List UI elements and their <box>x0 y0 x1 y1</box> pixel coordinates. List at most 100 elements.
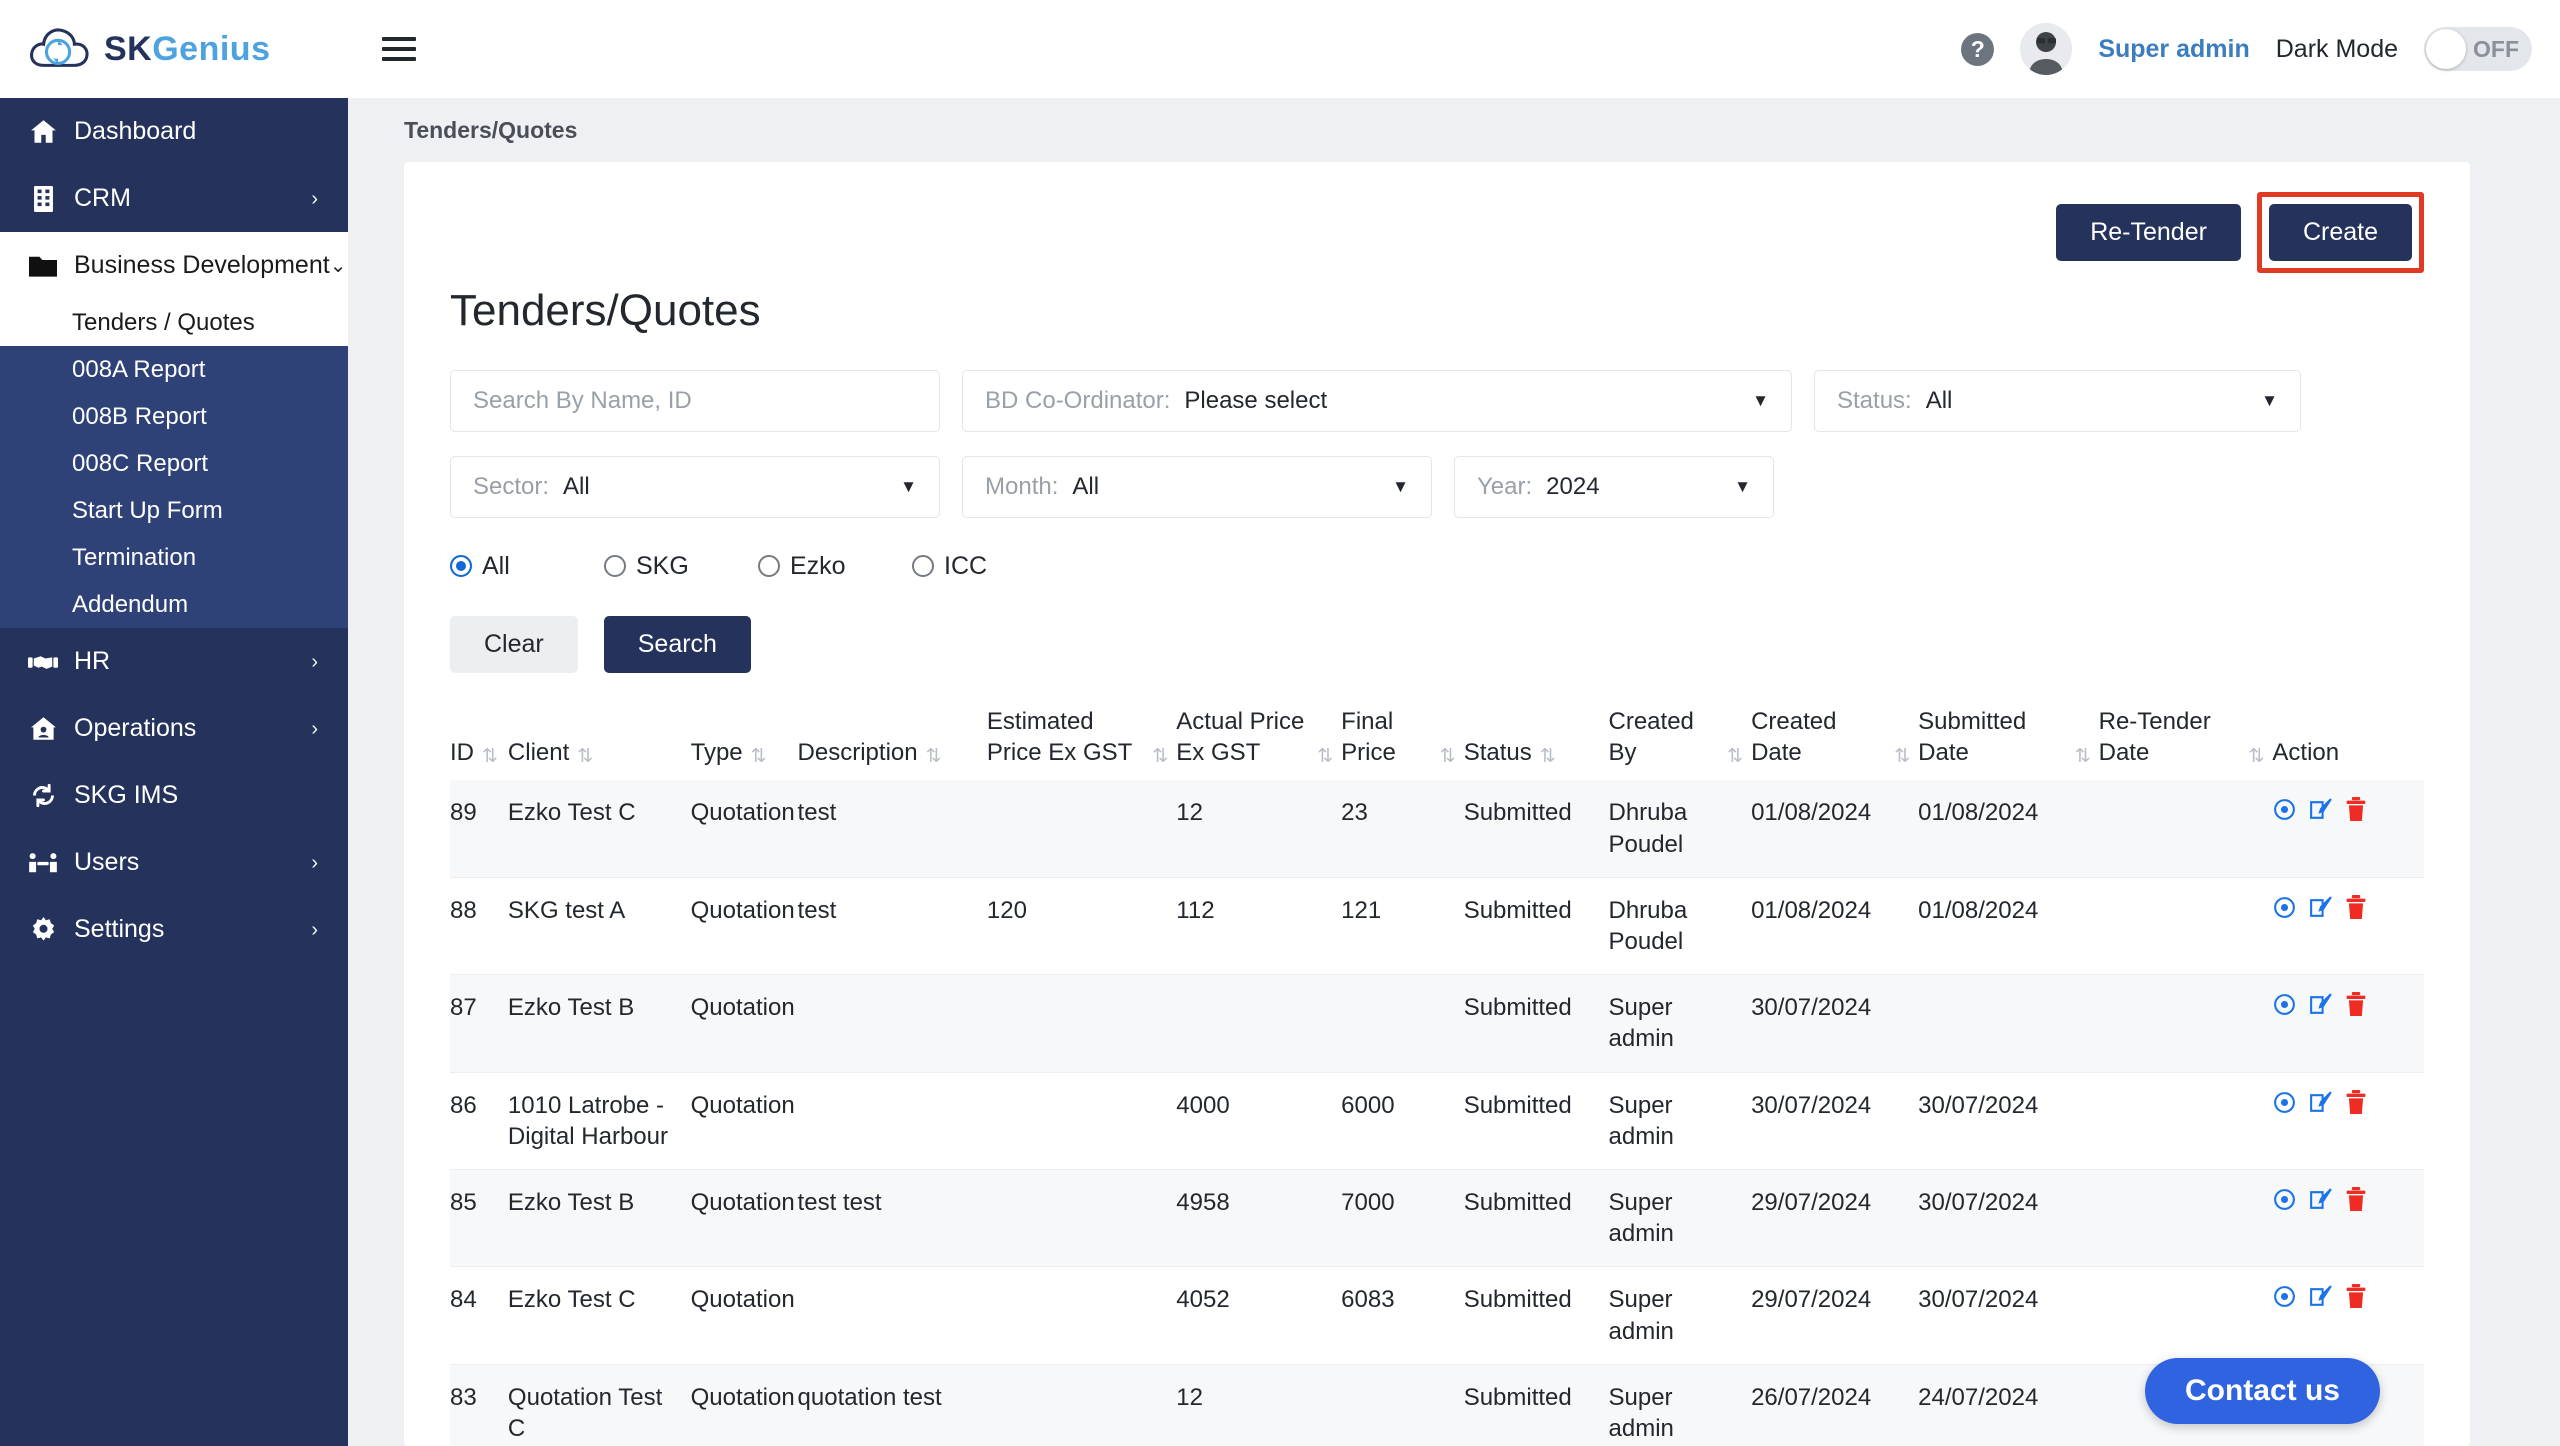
cell-final-price: 7000 <box>1341 1188 1395 1216</box>
sort-icon-type[interactable]: ⇅ <box>751 747 767 768</box>
eye-icon[interactable] <box>2272 797 2297 830</box>
sort-icon-status[interactable]: ⇅ <box>1540 747 1556 768</box>
th-retender-date[interactable]: Re-Tender Date ⇅ <box>2099 707 2273 780</box>
trash-icon[interactable] <box>2344 1284 2368 1317</box>
search-input[interactable]: Search By Name, ID <box>450 370 940 432</box>
radio-icc[interactable]: ICC <box>912 552 1066 581</box>
edit-icon[interactable] <box>2308 797 2333 830</box>
sidebar-item-008a-report[interactable]: 008A Report <box>0 346 348 393</box>
sort-icon-created-by[interactable]: ⇅ <box>1727 747 1743 768</box>
cell-type: Quotation <box>690 896 795 924</box>
sidebar-item-business-development[interactable]: Business Development ⌄ <box>0 232 348 299</box>
eye-icon[interactable] <box>2272 1090 2297 1123</box>
eye-icon[interactable] <box>2272 895 2297 928</box>
sidebar-item-addendum[interactable]: Addendum <box>0 581 348 628</box>
clear-button[interactable]: Clear <box>450 616 578 673</box>
sidebar-item-skg-ims[interactable]: SKG IMS <box>0 762 348 829</box>
trash-icon[interactable] <box>2344 992 2368 1025</box>
th-status[interactable]: Status ⇅ <box>1464 707 1609 780</box>
contact-us-button[interactable]: Contact us <box>2144 1358 2380 1424</box>
dark-mode-toggle[interactable]: OFF <box>2424 27 2532 71</box>
sort-icon-estimated-price[interactable]: ⇅ <box>1152 747 1168 768</box>
cell-status: Submitted <box>1463 1286 1572 1314</box>
brand-text: SKGenius <box>104 30 270 69</box>
sort-icon-retender-date[interactable]: ⇅ <box>2248 747 2264 768</box>
sidebar-item-008b-report[interactable]: 008B Report <box>0 393 348 440</box>
sidebar-item-operations[interactable]: Operations › <box>0 695 348 762</box>
radio-all[interactable]: All <box>450 552 604 581</box>
year-select[interactable]: Year: 2024 ▼ <box>1454 456 1774 518</box>
th-client[interactable]: Client ⇅ <box>508 707 691 780</box>
radio-label-ezko: Ezko <box>790 551 846 580</box>
sidebar-label-hr: HR <box>74 647 111 675</box>
cell-id: 83 <box>450 1383 477 1411</box>
cell-id: 84 <box>450 1286 477 1314</box>
re-tender-button[interactable]: Re-Tender <box>2056 203 2241 261</box>
sidebar-label-settings: Settings <box>74 915 165 943</box>
sort-icon-created-date[interactable]: ⇅ <box>1894 747 1910 768</box>
th-created-by[interactable]: Created By ⇅ <box>1609 707 1752 780</box>
th-label-actual-price: Actual Price Ex GST <box>1176 708 1305 766</box>
avatar[interactable] <box>2020 23 2073 75</box>
edit-icon[interactable] <box>2308 1090 2333 1123</box>
sidebar-item-008c-report[interactable]: 008C Report <box>0 440 348 487</box>
sort-icon-client[interactable]: ⇅ <box>577 747 593 768</box>
table-header-row: ID ⇅ Client ⇅ Type ⇅ Description ⇅ Estimated… <box>450 707 2424 780</box>
username-label[interactable]: Super admin <box>2098 35 2249 64</box>
sort-icon-actual-price[interactable]: ⇅ <box>1317 747 1333 768</box>
bd-coordinator-select[interactable]: BD Co-Ordinator: Please select ▼ <box>962 370 1792 432</box>
eye-icon[interactable] <box>2272 992 2297 1025</box>
question-circle-icon[interactable]: ? <box>1961 32 1995 66</box>
radio-skg[interactable]: SKG <box>604 552 758 581</box>
trash-icon[interactable] <box>2344 894 2368 928</box>
create-button[interactable]: Create <box>2268 203 2412 261</box>
sort-icon-id[interactable]: ⇅ <box>482 747 498 768</box>
year-value: 2024 <box>1546 473 1600 500</box>
dark-mode-label: Dark Mode <box>2275 34 2398 63</box>
hamburger-menu-icon[interactable] <box>382 31 416 67</box>
search-button[interactable]: Search <box>603 616 751 673</box>
edit-icon[interactable] <box>2308 992 2333 1025</box>
edit-icon[interactable] <box>2308 1187 2333 1220</box>
trash-icon[interactable] <box>2344 797 2368 830</box>
sidebar-item-tenders-quotes[interactable]: Tenders / Quotes <box>0 299 348 346</box>
header-right-group: ? Super admin Dark Mode OFF <box>1961 23 2532 75</box>
sidebar-item-crm[interactable]: CRM › <box>0 165 348 232</box>
th-description[interactable]: Description ⇅ <box>798 707 987 780</box>
sidebar-label-start-up-form: Start Up Form <box>72 496 223 524</box>
edit-icon[interactable] <box>2308 1284 2333 1317</box>
th-final-price[interactable]: Final Price ⇅ <box>1341 707 1464 780</box>
edit-icon[interactable] <box>2308 895 2333 928</box>
th-estimated-price[interactable]: Estimated Price Ex GST ⇅ <box>987 707 1176 780</box>
cell-final-price: 121 <box>1341 896 1382 924</box>
th-type[interactable]: Type ⇅ <box>691 707 798 780</box>
radio-ezko[interactable]: Ezko <box>758 552 912 581</box>
trash-icon[interactable] <box>2344 1186 2368 1220</box>
cell-created-date: 01/08/2024 <box>1751 799 1872 827</box>
trash-icon[interactable] <box>2344 1089 2368 1123</box>
sector-select[interactable]: Sector: All ▼ <box>450 456 940 518</box>
th-actual-price[interactable]: Actual Price Ex GST ⇅ <box>1176 707 1341 780</box>
sidebar-item-termination[interactable]: Termination <box>0 534 348 581</box>
month-select[interactable]: Month: All ▼ <box>962 456 1432 518</box>
cell-type: Quotation <box>690 1383 795 1411</box>
brand-logo-area[interactable]: SKGenius <box>0 0 348 98</box>
sidebar-item-start-up-form[interactable]: Start Up Form <box>0 487 348 534</box>
th-id[interactable]: ID ⇅ <box>450 707 508 780</box>
table-row: 88 SKG test A Quotation test 120 112 121 Submit… <box>450 877 2424 975</box>
cell-actual-price: 4052 <box>1176 1286 1230 1314</box>
cell-created-by: Super admin <box>1608 1188 1674 1248</box>
th-created-date[interactable]: Created Date ⇅ <box>1751 707 1918 780</box>
sort-icon-submitted-date[interactable]: ⇅ <box>2075 747 2091 768</box>
sidebar-item-dashboard[interactable]: Dashboard <box>0 98 348 165</box>
sidebar-item-hr[interactable]: HR › <box>0 628 348 695</box>
eye-icon[interactable] <box>2272 1187 2297 1220</box>
status-select[interactable]: Status: All ▼ <box>1814 370 2301 432</box>
th-submitted-date[interactable]: Submitted Date ⇅ <box>1918 707 2098 780</box>
sort-icon-description[interactable]: ⇅ <box>926 747 942 768</box>
gear-icon <box>26 916 60 943</box>
sidebar-item-settings[interactable]: Settings › <box>0 896 348 963</box>
sort-icon-final-price[interactable]: ⇅ <box>1440 747 1456 768</box>
sidebar-item-users[interactable]: Users › <box>0 829 348 896</box>
eye-icon[interactable] <box>2272 1284 2297 1317</box>
